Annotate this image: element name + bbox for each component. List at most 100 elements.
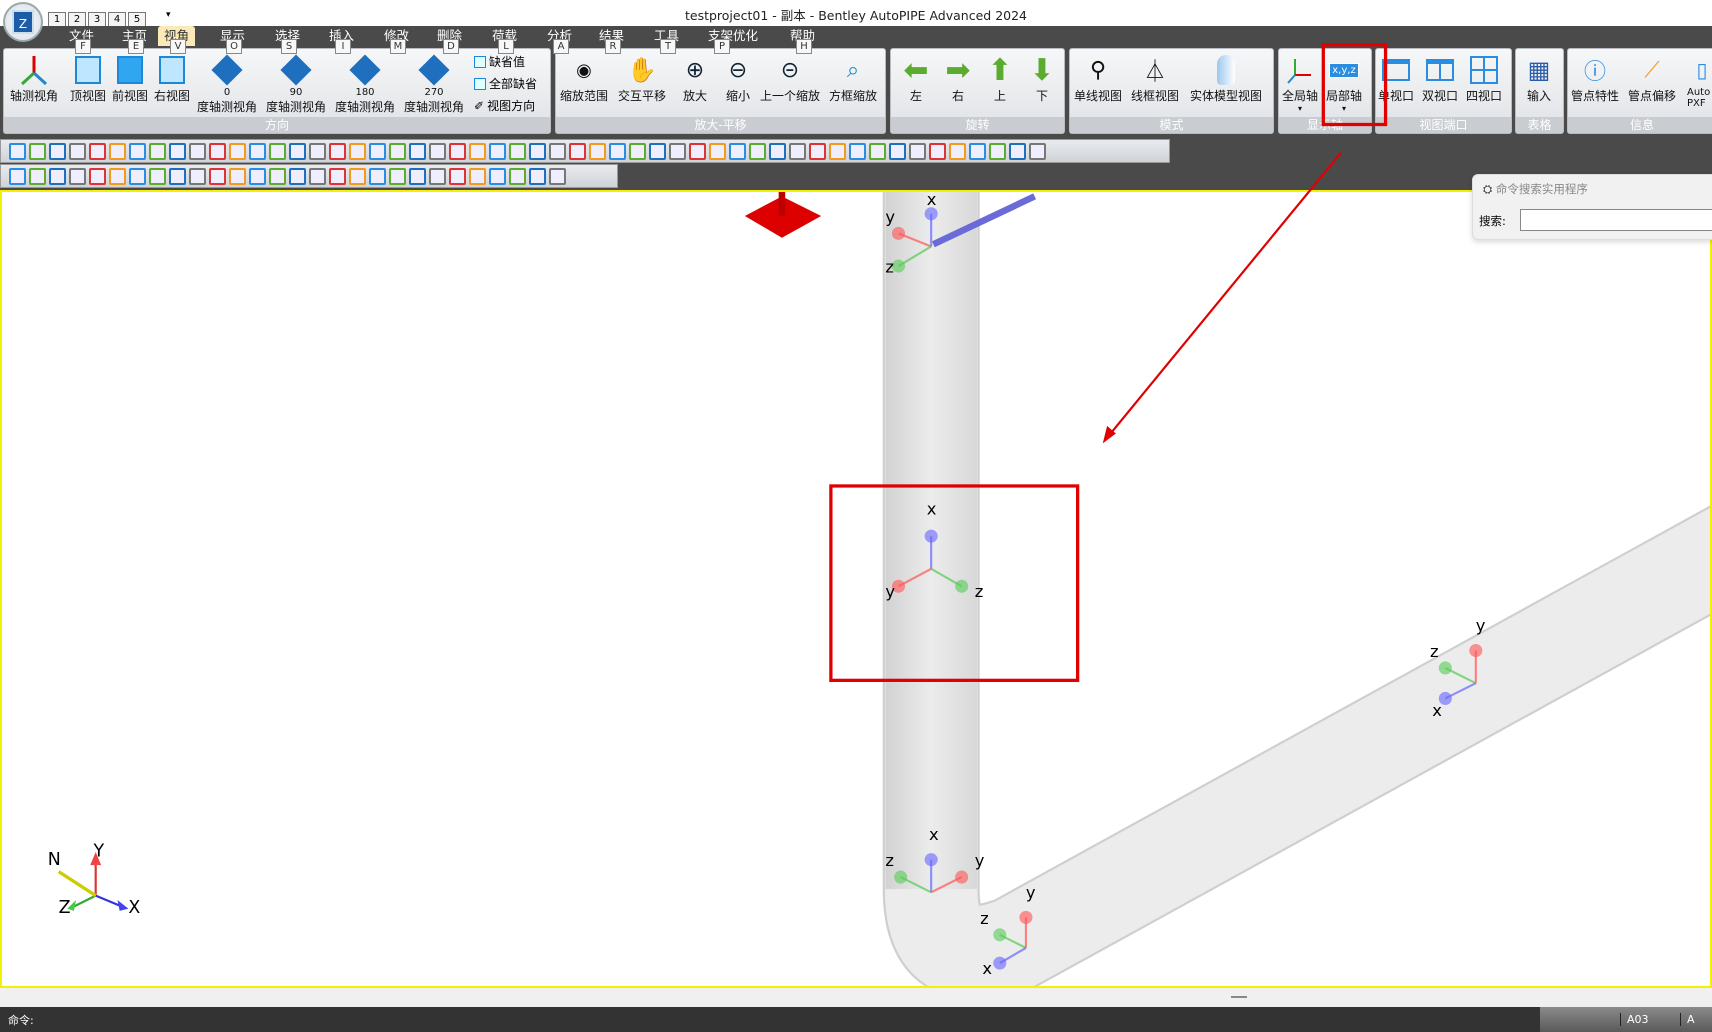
toolbar-tool-icon[interactable]: [549, 142, 566, 160]
iso-180-button[interactable]: 180 度轴测视角: [335, 53, 395, 115]
pan-button[interactable]: ✋ 交互平移: [618, 53, 666, 104]
toolbar-tool-icon[interactable]: [489, 142, 506, 160]
toolbar-tool-icon[interactable]: [369, 167, 386, 185]
toolbar-tool-icon[interactable]: [469, 142, 486, 160]
toolbar-tool-icon[interactable]: [269, 167, 286, 185]
toolbar-tool-icon[interactable]: [409, 167, 426, 185]
default-button[interactable]: 缺省值: [474, 53, 525, 70]
rotate-right-button[interactable]: ➡ 右: [941, 53, 975, 104]
iso-0-button[interactable]: 0 度轴测视角: [197, 53, 257, 115]
toolbar-tool-icon[interactable]: [789, 142, 806, 160]
toolbar-tool-icon[interactable]: [309, 167, 326, 185]
toolbar-tool-icon[interactable]: [529, 167, 546, 185]
toolbar-tool-icon[interactable]: [509, 167, 526, 185]
input-grid-button[interactable]: ▦ 输入: [1522, 53, 1556, 104]
toolbar-tool-icon[interactable]: [749, 142, 766, 160]
toolbar-tool-icon[interactable]: [449, 167, 466, 185]
splitter-handle[interactable]: [1231, 996, 1247, 998]
toolbar-tool-icon[interactable]: [229, 142, 246, 160]
solid-view-button[interactable]: 实体模型视图: [1190, 53, 1262, 104]
toolbar-tool-icon[interactable]: [409, 142, 426, 160]
toolbar-tool-icon[interactable]: [429, 167, 446, 185]
toolbar-tool-icon[interactable]: [329, 167, 346, 185]
toolbar-tool-icon[interactable]: [89, 167, 106, 185]
top-view-button[interactable]: 顶视图: [70, 53, 106, 104]
right-view-button[interactable]: 右视图: [154, 53, 190, 104]
toolbar-tool-icon[interactable]: [669, 142, 686, 160]
toolbar-tool-icon[interactable]: [249, 167, 266, 185]
toolbar-tool-icon[interactable]: [49, 167, 66, 185]
toolbar-tool-icon[interactable]: [609, 142, 626, 160]
toolbar-tool-icon[interactable]: [729, 142, 746, 160]
auto-pxf-button[interactable]: ▯ Auto PXF: [1687, 53, 1712, 109]
toolbar-tool-icon[interactable]: [289, 142, 306, 160]
toolbar-tool-icon[interactable]: [469, 167, 486, 185]
qat-customize-icon[interactable]: ▾: [166, 10, 171, 20]
toolbar-tool-icon[interactable]: [9, 142, 26, 160]
toolbar-tool-icon[interactable]: [229, 167, 246, 185]
dual-viewport-button[interactable]: 双视口: [1422, 53, 1458, 104]
toolbar-tool-icon[interactable]: [149, 142, 166, 160]
toolbar-tool-icon[interactable]: [129, 167, 146, 185]
point-offset-button[interactable]: ⟋ 管点偏移: [1628, 53, 1676, 104]
toolbar-tool-icon[interactable]: [109, 142, 126, 160]
toolbar-tool-icon[interactable]: [9, 167, 26, 185]
toolbar-tool-icon[interactable]: [969, 142, 986, 160]
toolbar-tool-icon[interactable]: [929, 142, 946, 160]
toolbar-tool-icon[interactable]: [69, 142, 86, 160]
front-view-button[interactable]: 前视图: [112, 53, 148, 104]
zoom-out-button[interactable]: ⊖ 缩小: [721, 53, 755, 104]
toolbar-tool-icon[interactable]: [29, 167, 46, 185]
toolbar-tool-icon[interactable]: [629, 142, 646, 160]
box-zoom-button[interactable]: ⌕ 方框缩放: [829, 53, 877, 104]
toolbar-tool-icon[interactable]: [1029, 142, 1046, 160]
toolbar-tool-icon[interactable]: [369, 142, 386, 160]
toolbar-tool-icon[interactable]: [589, 142, 606, 160]
toolbar-tool-icon[interactable]: [449, 142, 466, 160]
toolbar-tool-icon[interactable]: [1009, 142, 1026, 160]
wireframe-view-button[interactable]: ⏃ 线框视图: [1131, 53, 1179, 104]
toolbar-tool-icon[interactable]: [549, 167, 566, 185]
toolbar-tool-icon[interactable]: [829, 142, 846, 160]
toolbar-tool-icon[interactable]: [69, 167, 86, 185]
toolbar-tool-icon[interactable]: [169, 142, 186, 160]
toolbar-tool-icon[interactable]: [389, 167, 406, 185]
toolbar-tool-icon[interactable]: [349, 167, 366, 185]
toolbar-tool-icon[interactable]: [869, 142, 886, 160]
toolbar-tool-icon[interactable]: [29, 142, 46, 160]
toolbar-tool-icon[interactable]: [689, 142, 706, 160]
toolbar-tool-icon[interactable]: [149, 167, 166, 185]
rotate-left-button[interactable]: ⬅ 左: [899, 53, 933, 104]
toolbar-tool-icon[interactable]: [249, 142, 266, 160]
quad-viewport-button[interactable]: 四视口: [1466, 53, 1502, 104]
toolbar-tool-icon[interactable]: [289, 167, 306, 185]
toolbar-tool-icon[interactable]: [189, 167, 206, 185]
isometric-view-button[interactable]: 轴测视角: [10, 53, 58, 104]
toolbar-tool-icon[interactable]: [889, 142, 906, 160]
application-button[interactable]: Z: [3, 2, 43, 42]
toolbar-tool-icon[interactable]: [89, 142, 106, 160]
toolbar-tool-icon[interactable]: [109, 167, 126, 185]
previous-zoom-button[interactable]: ⊝ 上一个缩放: [760, 53, 820, 104]
toolbar-tool-icon[interactable]: [949, 142, 966, 160]
toolbar-tool-icon[interactable]: [209, 142, 226, 160]
view-direction-button[interactable]: ✐ 视图方向: [474, 97, 535, 114]
model-viewport[interactable]: x y z x y z x z y y z x y z x N Y Z X: [0, 190, 1712, 1001]
toolbar-tool-icon[interactable]: [489, 167, 506, 185]
toolbar-tool-icon[interactable]: [709, 142, 726, 160]
toolbar-tool-icon[interactable]: [989, 142, 1006, 160]
toolbar-tool-icon[interactable]: [649, 142, 666, 160]
toolbar-tool-icon[interactable]: [569, 142, 586, 160]
single-viewport-button[interactable]: 单视口: [1378, 53, 1414, 104]
tab-12[interactable]: 支架优化: [702, 26, 764, 46]
toolbar-tool-icon[interactable]: [849, 142, 866, 160]
toolbar-tool-icon[interactable]: [209, 167, 226, 185]
toolbar-tool-icon[interactable]: [129, 142, 146, 160]
zoom-extents-button[interactable]: ◉ 缩放范围: [560, 53, 608, 104]
iso-90-button[interactable]: 90 度轴测视角: [266, 53, 326, 115]
toolbar-tool-icon[interactable]: [769, 142, 786, 160]
toolbar-tool-icon[interactable]: [809, 142, 826, 160]
global-axis-button[interactable]: 全局轴 ▾: [1282, 53, 1318, 113]
toolbar-tool-icon[interactable]: [509, 142, 526, 160]
zoom-in-button[interactable]: ⊕ 放大: [678, 53, 712, 104]
